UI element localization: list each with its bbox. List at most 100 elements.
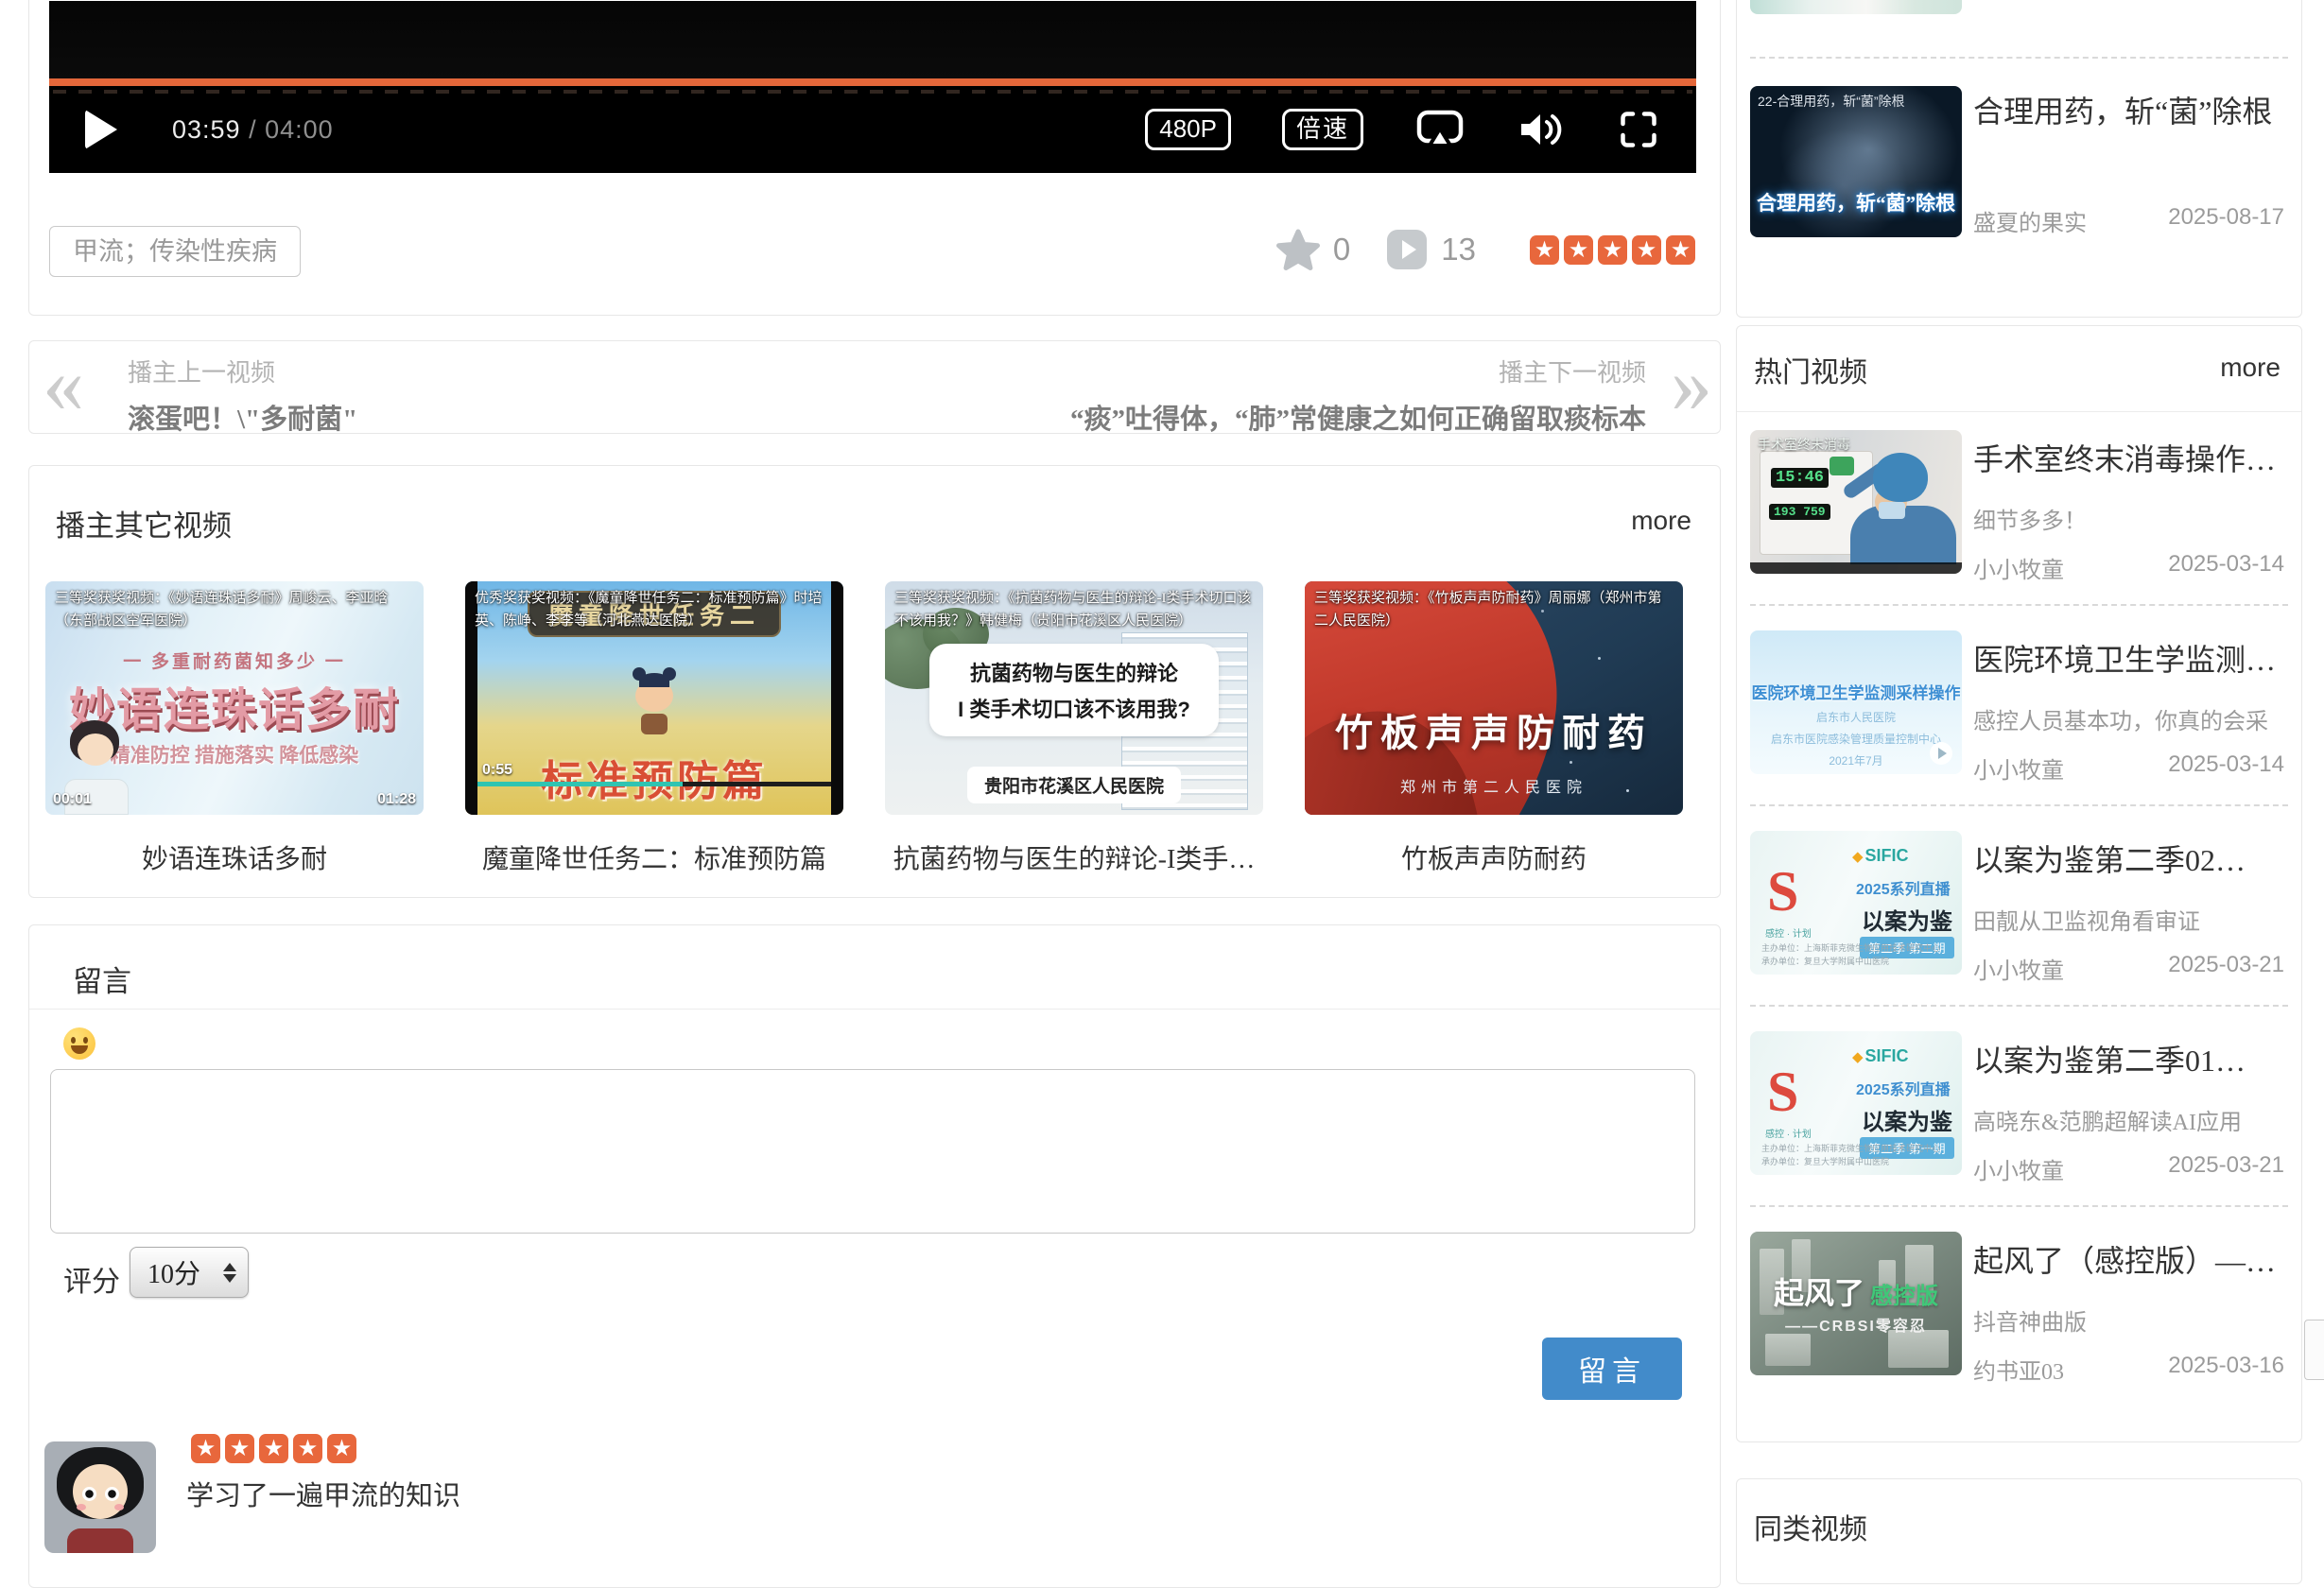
- nurse-mask-shape: [1879, 502, 1905, 519]
- video-title[interactable]: 抗菌药物与医生的辩论-I类手…: [885, 838, 1263, 876]
- thumb-caption: 三等奖获奖视频：《妙语连珠话多耐》周峻云、李亚晗（东部战区空军医院）: [55, 587, 416, 632]
- floating-widget[interactable]: [2304, 1320, 2324, 1380]
- commenter-avatar: [44, 1441, 156, 1553]
- next-video-link[interactable]: 播主下一视频 “痰”吐得体，“肺”常健康之如何正确留取痰标本: [1070, 354, 1646, 437]
- video-date: 2025-03-16: [2168, 1353, 2284, 1379]
- thumb-footer-label: 贵阳市花溪区人民医院: [967, 767, 1181, 803]
- video-date: 2025-03-14: [2168, 751, 2284, 778]
- video-title[interactable]: 手术室终末消毒操作…: [1973, 436, 2287, 479]
- next-video-label: 播主下一视频: [1070, 354, 1646, 388]
- hot-videos-more-link[interactable]: more: [2220, 353, 2281, 383]
- play-button[interactable]: [85, 110, 117, 149]
- video-author: 小小牧童: [1973, 751, 2064, 785]
- play-overlay-icon: [1930, 742, 1952, 765]
- video-thumbnail[interactable]: 22-合理用药，斩“菌”除根 合理用药，斩“菌”除根: [1750, 86, 1962, 237]
- video-thumbnail[interactable]: S 感控 · 计划 ◆SIFIC 2025系列直播 以案为鉴 第二季 第二期 主…: [1750, 831, 1962, 975]
- video-title[interactable]: 起风了（感控版）—…: [1973, 1237, 2287, 1281]
- thumb-caption: 三等奖获奖视频：《竹板声声防耐药》周丽娜（郑州市第二人民医院）: [1314, 587, 1675, 632]
- rating-star-icon[interactable]: ★: [1598, 235, 1627, 265]
- rating-star-icon: ★: [293, 1434, 322, 1463]
- diamond-icon: ◆: [1852, 849, 1864, 865]
- fullscreen-icon[interactable]: [1619, 110, 1658, 149]
- rating-star-icon: ★: [259, 1434, 288, 1463]
- video-screen[interactable]: [49, 1, 1696, 78]
- video-player[interactable]: 03:59 / 04:00 480P 倍速: [49, 1, 1696, 173]
- rating-star-icon[interactable]: ★: [1564, 235, 1593, 265]
- rating-select[interactable]: 10分: [130, 1247, 249, 1298]
- video-thumbnail[interactable]: 15:46 193 759 手术室终末消毒: [1750, 430, 1962, 574]
- thumb-time-start: 0:55: [482, 762, 512, 779]
- thumb-corner-label: 22-合理用药，斩“菌”除根: [1758, 92, 1905, 111]
- video-section: 03:59 / 04:00 480P 倍速 甲流；传染性疾病 0 13 ★ ★ …: [28, 0, 1721, 316]
- video-title[interactable]: 竹板声声防耐药: [1305, 838, 1683, 876]
- thumb-main-text: 医院环境卫生学监测采样操作: [1750, 680, 1962, 703]
- video-thumbnail[interactable]: 医院环境卫生学监测采样操作 启东市人民医院 启东市医院感染管理质量控制中心 20…: [1750, 630, 1962, 774]
- thumb-center-box: 抗菌药物与医生的辩论 I 类手术切口该不该用我?: [929, 644, 1219, 736]
- video-desc: 感控人员基本功，你真的会采: [1973, 702, 2287, 735]
- prev-video-title: 滚蛋吧！\"多耐菌": [128, 397, 357, 437]
- thumb-series-name: 以案为鉴: [1862, 903, 1952, 936]
- video-title[interactable]: 妙语连珠话多耐: [45, 838, 424, 876]
- rating-star-icon[interactable]: ★: [1530, 235, 1559, 265]
- other-videos-header: 播主其它视频: [56, 502, 232, 544]
- favorite-star-icon[interactable]: [1276, 229, 1320, 270]
- other-videos-section: 播主其它视频 more 一 多重耐药菌知多少 一 妙语连珠话多耐 精准防控 措施…: [28, 465, 1721, 898]
- thumb-main-text: 标准预防篇: [465, 747, 843, 807]
- rating-star-icon: ★: [225, 1434, 254, 1463]
- rating-star-icon: ★: [191, 1434, 220, 1463]
- emoji-picker-icon[interactable]: [63, 1027, 95, 1060]
- video-thumbnail[interactable]: 魔童降世任务二 标准预防篇 优秀奖获奖视频：《魔童降世任务二：标准预防篇》时培英…: [465, 581, 843, 815]
- sific-s-logo: S: [1767, 863, 1798, 920]
- video-title[interactable]: 以案为鉴第二季01…: [1973, 1037, 2287, 1080]
- time-total: / 04:00: [249, 115, 334, 144]
- cast-icon[interactable]: [1416, 110, 1464, 149]
- thumb-subtitle: 一 多重耐药菌知多少 一: [45, 647, 424, 673]
- video-meta-row: 0 13 ★ ★ ★ ★ ★: [1276, 220, 1695, 279]
- video-thumbnail[interactable]: 起风了感控版 ——CRBSI零容忍: [1750, 1232, 1962, 1375]
- building-shape: [1765, 1334, 1811, 1366]
- player-chrome-strip: [1750, 562, 1962, 574]
- thumb-live-label: 2025系列直播: [1856, 1077, 1951, 1099]
- thumb-org-line: 承办单位：复旦大学附属中山医院: [1761, 955, 1889, 967]
- video-thumbnail[interactable]: S 感控 · 计划 ◆SIFIC 2025系列直播 以案为鉴 第二季 第一期 主…: [1750, 1031, 1962, 1175]
- building-shape: [1888, 1330, 1949, 1368]
- sific-logo: ◆SIFIC: [1852, 846, 1909, 866]
- playback-speed-button[interactable]: 倍速: [1282, 109, 1363, 149]
- video-tag[interactable]: 甲流；传染性疾病: [49, 226, 301, 277]
- prev-video-link[interactable]: 播主上一视频 滚蛋吧！\"多耐菌": [128, 354, 357, 437]
- thumb-caption: 三等奖获奖视频：《抗菌药物与医生的辩论-I类手术切口该不该用我？》韩健梅（贵阳市…: [894, 587, 1256, 632]
- thumb-subline: 启东市医院感染管理质量控制中心: [1750, 731, 1962, 747]
- diamond-icon: ◆: [1852, 1049, 1864, 1065]
- rating-star-icon[interactable]: ★: [1666, 235, 1695, 265]
- thumb-subtitle: ——CRBSI零容忍: [1750, 1313, 1962, 1336]
- video-desc: 高晓东&范鹏超解读AI应用: [1973, 1103, 2287, 1136]
- dashed-divider: [1750, 1205, 2288, 1207]
- rating-star-icon[interactable]: ★: [1632, 235, 1661, 265]
- next-video-title: “痰”吐得体，“肺”常健康之如何正确留取痰标本: [1070, 397, 1646, 437]
- video-title[interactable]: 合理用药，斩“菌”除根: [1973, 88, 2287, 131]
- thumb-box-line1: 抗菌药物与医生的辩论: [941, 657, 1207, 687]
- video-author: 约书亚03: [1973, 1353, 2064, 1386]
- progress-bar[interactable]: [49, 78, 1696, 86]
- similar-videos-section: 同类视频: [1736, 1478, 2302, 1584]
- thumb-main-text: 起风了: [1774, 1276, 1864, 1310]
- video-date: 2025-03-21: [2168, 952, 2284, 978]
- player-controls: 03:59 / 04:00 480P 倍速: [49, 86, 1696, 173]
- quality-button[interactable]: 480P: [1145, 109, 1231, 149]
- video-title[interactable]: 医院环境卫生学监测…: [1973, 636, 2287, 680]
- video-thumbnail-partial[interactable]: [1750, 0, 1962, 14]
- video-thumbnail[interactable]: 一 多重耐药菌知多少 一 妙语连珠话多耐 精准防控 措施落实 降低感染 三等奖获…: [45, 581, 424, 815]
- video-title[interactable]: 魔童降世任务二：标准预防篇: [465, 838, 843, 876]
- volume-icon[interactable]: [1517, 110, 1566, 149]
- next-chevron-icon[interactable]: »: [1671, 341, 1712, 433]
- prev-chevron-icon[interactable]: «: [43, 341, 84, 433]
- thumb-box-line2: I 类手术切口该不该用我?: [941, 693, 1207, 723]
- sific-mini-text: 感控 · 计划: [1765, 1126, 1812, 1140]
- comment-input[interactable]: [50, 1069, 1695, 1234]
- video-thumbnail[interactable]: 抗菌药物与医生的辩论 I 类手术切口该不该用我? 贵阳市花溪区人民医院 三等奖获…: [885, 581, 1263, 815]
- other-videos-more-link[interactable]: more: [1631, 506, 1691, 536]
- submit-comment-button[interactable]: 留言: [1542, 1338, 1682, 1400]
- video-title[interactable]: 以案为鉴第二季02…: [1973, 837, 2287, 880]
- thumb-progress-bar: [477, 782, 831, 786]
- video-thumbnail[interactable]: 竹板声声防耐药 郑州市第二人民医院 三等奖获奖视频：《竹板声声防耐药》周丽娜（郑…: [1305, 581, 1683, 815]
